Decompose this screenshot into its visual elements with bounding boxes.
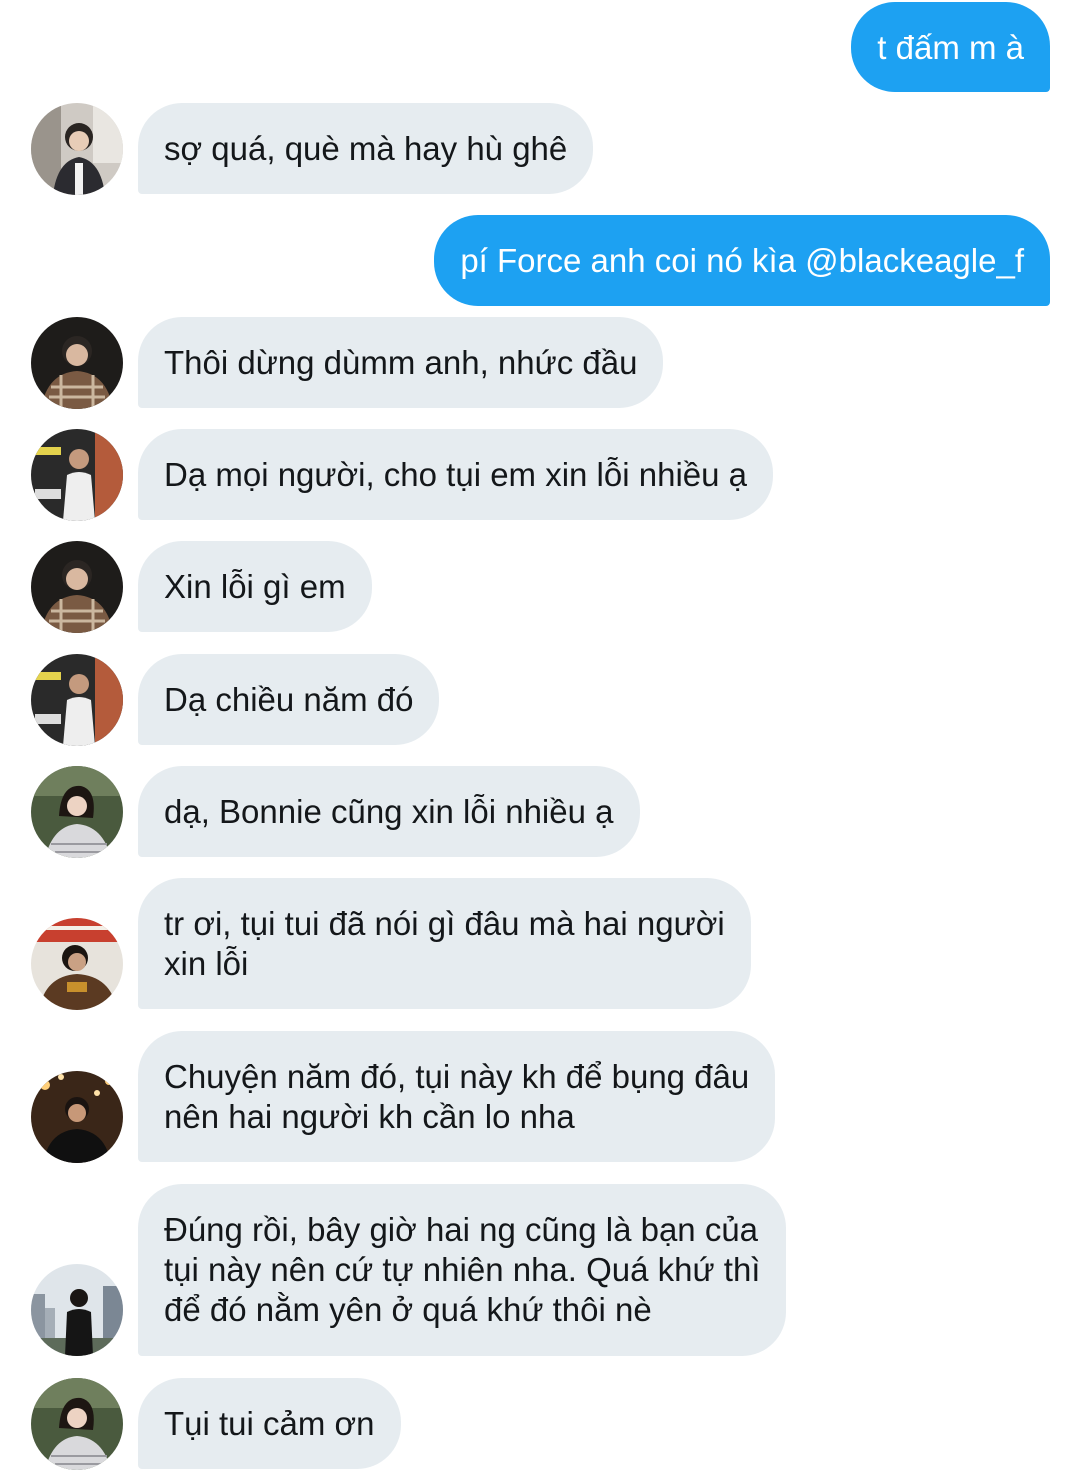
incoming-message[interactable]: Đúng rồi, bây giờ hai ng cũng là bạn của…: [138, 1184, 787, 1356]
incoming-message[interactable]: Dạ mọi người, cho tụi em xin lỗi nhiều ạ: [138, 429, 774, 520]
avatar-2-icon[interactable]: [31, 541, 123, 633]
avatar-3-icon[interactable]: [31, 654, 123, 746]
avatar-4-icon[interactable]: [31, 1378, 123, 1470]
incoming-message[interactable]: Thôi dừng dùmm anh, nhức đầu: [138, 317, 664, 408]
incoming-message[interactable]: Tụi tui cảm ơn: [138, 1378, 401, 1469]
avatar-5-icon[interactable]: [31, 918, 123, 1010]
avatar-2-icon[interactable]: [31, 317, 123, 409]
avatar-6-icon[interactable]: [31, 1071, 123, 1163]
avatar-7-icon[interactable]: [31, 1264, 123, 1356]
avatar-4-icon[interactable]: [31, 766, 123, 858]
incoming-message[interactable]: dạ, Bonnie cũng xin lỗi nhiều ạ: [138, 766, 640, 857]
outgoing-message[interactable]: t đấm m à: [851, 2, 1050, 92]
avatar-1-icon[interactable]: [31, 103, 123, 195]
incoming-message[interactable]: Xin lỗi gì em: [138, 541, 372, 632]
incoming-message[interactable]: tr ơi, tụi tui đã nói gì đâu mà hai ngườ…: [138, 878, 751, 1009]
incoming-message[interactable]: sợ quá, què mà hay hù ghê: [138, 103, 594, 194]
outgoing-message[interactable]: pí Force anh coi nó kìa @blackeagle_f: [434, 215, 1050, 306]
incoming-message[interactable]: Chuyện năm đó, tụi này kh để bụng đâu nê…: [138, 1031, 776, 1162]
avatar-3-icon[interactable]: [31, 429, 123, 521]
incoming-message[interactable]: Dạ chiều năm đó: [138, 654, 440, 745]
